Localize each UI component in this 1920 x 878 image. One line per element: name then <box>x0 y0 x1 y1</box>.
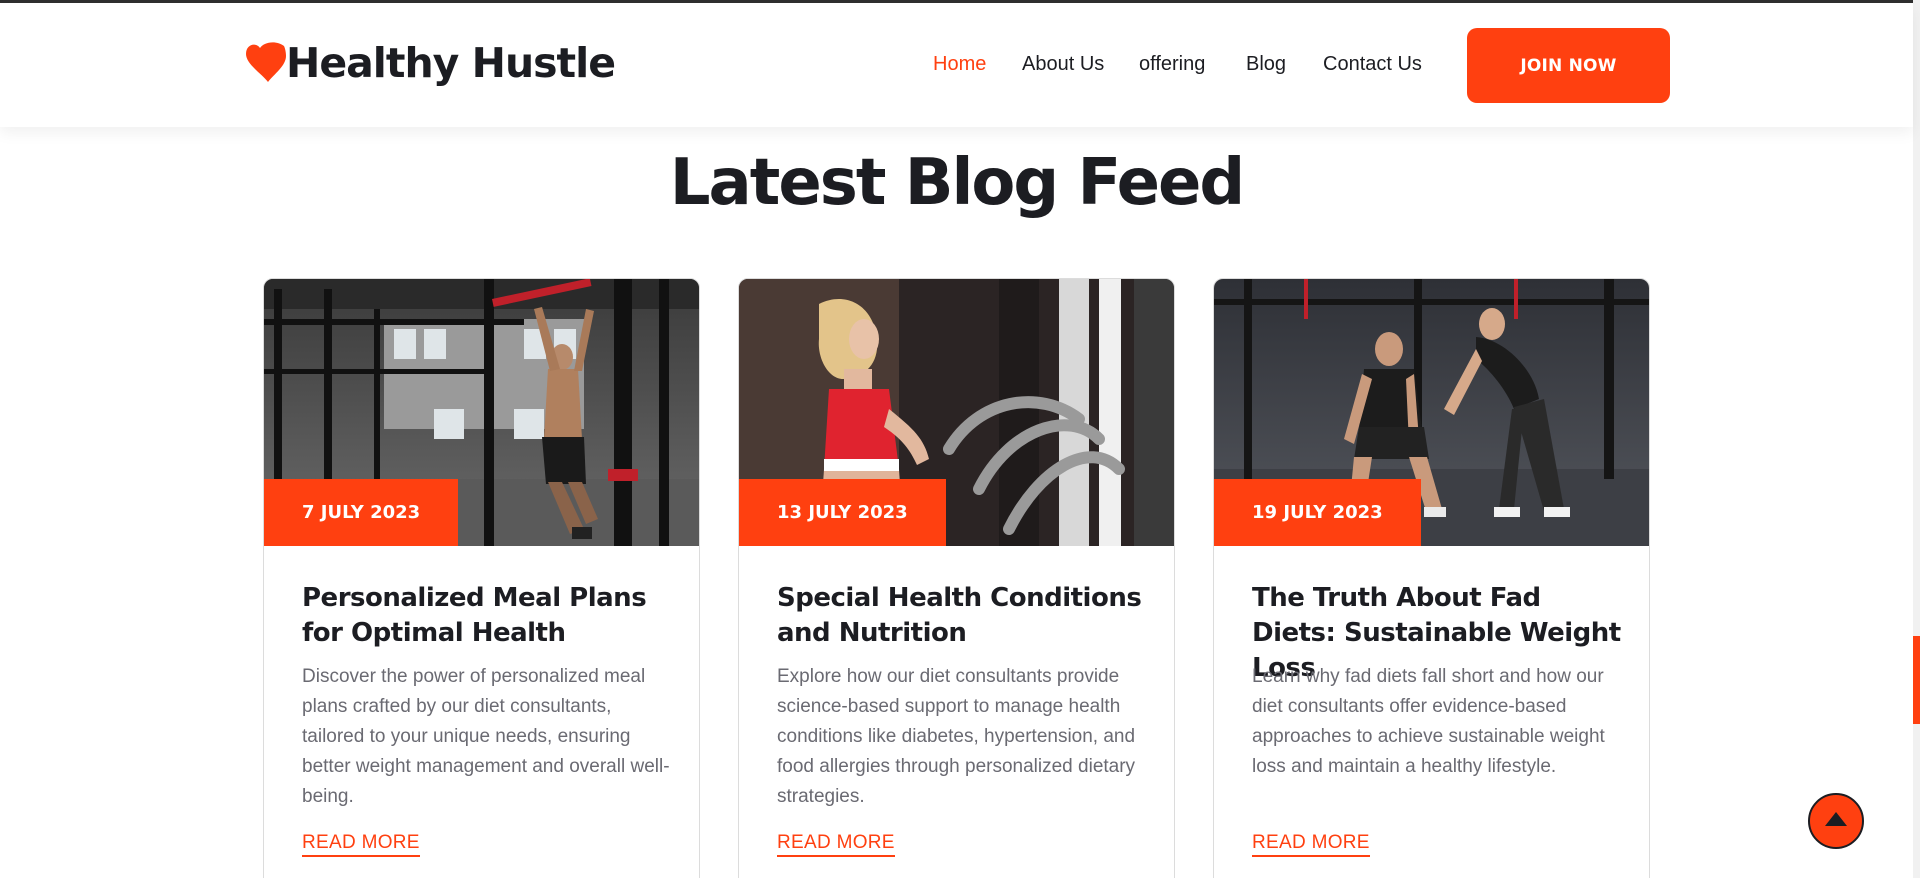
kettlebell-training-photo[interactable]: 19 JULY 2023 <box>1214 279 1649 546</box>
blog-card: 19 JULY 2023 The Truth About Fad Diets: … <box>1213 278 1650 878</box>
nav-blog[interactable]: Blog <box>1246 53 1286 76</box>
arrow-up-icon <box>1824 811 1848 832</box>
brand-name: Healthy Hustle <box>286 39 616 87</box>
back-to-top-button[interactable] <box>1808 793 1864 849</box>
post-date: 13 JULY 2023 <box>739 479 946 546</box>
nav-contact-us[interactable]: Contact Us <box>1323 53 1422 76</box>
nav-about-us[interactable]: About Us <box>1022 53 1104 76</box>
join-now-button[interactable]: JOIN NOW <box>1467 28 1670 103</box>
site-header: Healthy Hustle Home About Us offering Bl… <box>0 3 1913 127</box>
treadmill-runner-photo[interactable]: 13 JULY 2023 <box>739 279 1174 546</box>
gym-pullup-photo[interactable]: 7 JULY 2023 <box>264 279 699 546</box>
blog-card: 13 JULY 2023 Special Health Conditions a… <box>738 278 1175 878</box>
read-more-link[interactable]: READ MORE <box>302 832 420 857</box>
post-title[interactable]: Personalized Meal Plans for Optimal Heal… <box>302 581 672 651</box>
nav-offering[interactable]: offering <box>1139 53 1205 76</box>
post-date: 7 JULY 2023 <box>264 479 459 546</box>
post-excerpt: Discover the power of personalized meal … <box>302 666 670 807</box>
blog-card: 7 JULY 2023 Personalized Meal Plans for … <box>263 278 700 878</box>
page-scrollbar[interactable] <box>1913 0 1920 878</box>
scroll-progress-indicator <box>1913 636 1920 724</box>
section-title: Latest Blog Feed <box>669 146 1245 220</box>
read-more-link[interactable]: READ MORE <box>777 832 895 857</box>
post-title[interactable]: Special Health Conditions and Nutrition <box>777 581 1147 651</box>
read-more-link[interactable]: READ MORE <box>1252 832 1370 857</box>
post-date: 19 JULY 2023 <box>1214 479 1421 546</box>
post-excerpt: Learn why fad diets fall short and how o… <box>1252 666 1605 777</box>
logo[interactable]: Healthy Hustle <box>246 39 616 87</box>
heart-logo-icon <box>246 40 286 86</box>
nav-home[interactable]: Home <box>933 53 986 76</box>
post-excerpt: Explore how our diet consultants provide… <box>777 666 1136 807</box>
